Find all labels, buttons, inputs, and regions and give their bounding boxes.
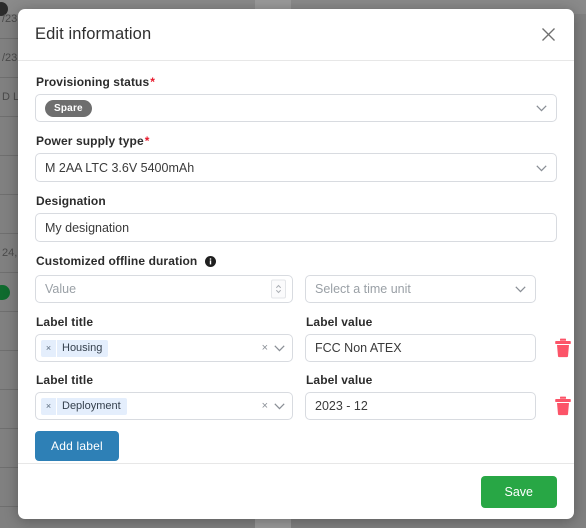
provisioning-status-tag: Spare — [45, 99, 92, 117]
chevron-down-icon — [515, 282, 526, 296]
chevron-down-icon[interactable] — [274, 339, 285, 357]
label-value-input[interactable]: 2023 - 12 — [305, 392, 536, 420]
label-text: Power supply type — [36, 134, 144, 148]
page-title: Edit information — [35, 25, 152, 43]
status-badge — [0, 285, 10, 300]
designation-value: My designation — [45, 220, 130, 235]
field-customized-offline-duration: Customized offline duration Value Select… — [35, 254, 557, 303]
label-row: Label title × Deployment × Label value 2… — [35, 373, 571, 420]
designation-input[interactable]: My designation — [35, 213, 557, 242]
background-block-b — [255, 518, 291, 528]
field-designation: Designation My designation — [35, 194, 557, 242]
chip-label: Deployment — [62, 400, 121, 412]
edit-information-dialog: Edit information Provisioning status* Sp… — [18, 9, 574, 519]
table-cell-text: 24, — [2, 247, 18, 259]
label-title-select[interactable]: × Housing × — [35, 334, 293, 362]
dialog-header: Edit information — [18, 9, 574, 61]
label-title-chip: × Deployment — [41, 397, 127, 415]
label-text: Customized offline duration — [36, 254, 198, 268]
power-supply-type-label: Power supply type* — [36, 134, 557, 148]
chip-label: Housing — [62, 342, 103, 354]
clear-icon[interactable]: × — [262, 342, 268, 354]
designation-label: Designation — [36, 194, 106, 208]
customized-offline-duration-label: Customized offline duration — [36, 254, 557, 270]
label-value-label: Label value — [306, 315, 373, 329]
close-icon[interactable] — [536, 23, 560, 47]
label-title-select[interactable]: × Deployment × — [35, 392, 293, 420]
provisioning-status-select[interactable]: Spare — [35, 94, 557, 122]
label-title-col: Label title × Housing × — [35, 315, 293, 362]
chip-remove-icon[interactable]: × — [41, 397, 57, 415]
power-supply-type-value: M 2AA LTC 3.6V 5400mAh — [45, 160, 195, 175]
offline-duration-placeholder: Value — [45, 282, 77, 296]
offline-duration-value-col: Value — [35, 275, 293, 303]
label-value-label: Label value — [306, 373, 373, 387]
offline-duration-unit-col: Select a time unit — [305, 275, 536, 303]
label-value-col: Label value 2023 - 12 — [305, 373, 536, 420]
label-value-col: Label value FCC Non ATEX — [305, 315, 536, 362]
field-provisioning-status: Provisioning status* Spare — [35, 75, 557, 122]
label-value-text: FCC Non ATEX — [315, 341, 402, 355]
select-actions: × — [262, 397, 285, 415]
offline-duration-value-input[interactable]: Value — [35, 275, 293, 303]
dialog-footer: Save — [18, 463, 574, 519]
power-supply-type-select[interactable]: M 2AA LTC 3.6V 5400mAh — [35, 153, 557, 182]
add-label-button[interactable]: Add label — [35, 431, 119, 461]
label-row: Label title × Housing × Label value FCC … — [35, 315, 571, 362]
label-title-col: Label title × Deployment × — [35, 373, 293, 420]
label-title-label: Label title — [36, 373, 94, 387]
clear-icon[interactable]: × — [262, 400, 268, 412]
required-marker: * — [144, 134, 150, 148]
field-power-supply-type: Power supply type* M 2AA LTC 3.6V 5400mA… — [35, 134, 557, 182]
label-value-text: 2023 - 12 — [315, 399, 368, 413]
label-title-chip: × Housing — [41, 339, 109, 357]
trash-icon[interactable] — [548, 338, 574, 362]
dialog-body: Provisioning status* Spare Power supply … — [18, 61, 574, 463]
quantity-stepper[interactable] — [271, 279, 286, 299]
provisioning-status-label: Provisioning status* — [36, 75, 557, 89]
info-icon[interactable] — [204, 256, 216, 270]
trash-icon[interactable] — [548, 396, 574, 420]
time-unit-select[interactable]: Select a time unit — [305, 275, 536, 303]
time-unit-placeholder: Select a time unit — [315, 282, 411, 296]
chevron-down-icon — [536, 101, 547, 115]
required-marker: * — [150, 75, 156, 89]
chip-remove-icon[interactable]: × — [41, 339, 57, 357]
save-button[interactable]: Save — [480, 475, 557, 508]
chevron-down-icon — [536, 161, 547, 175]
label-title-label: Label title — [36, 315, 94, 329]
select-actions: × — [262, 339, 285, 357]
chevron-down-icon[interactable] — [274, 397, 285, 415]
label-text: Provisioning status — [36, 75, 150, 89]
offline-duration-row: Value Select a time unit — [35, 275, 557, 303]
table-cell-text: /23 — [2, 13, 18, 25]
label-value-input[interactable]: FCC Non ATEX — [305, 334, 536, 362]
table-cell-text: /23 — [2, 52, 18, 64]
